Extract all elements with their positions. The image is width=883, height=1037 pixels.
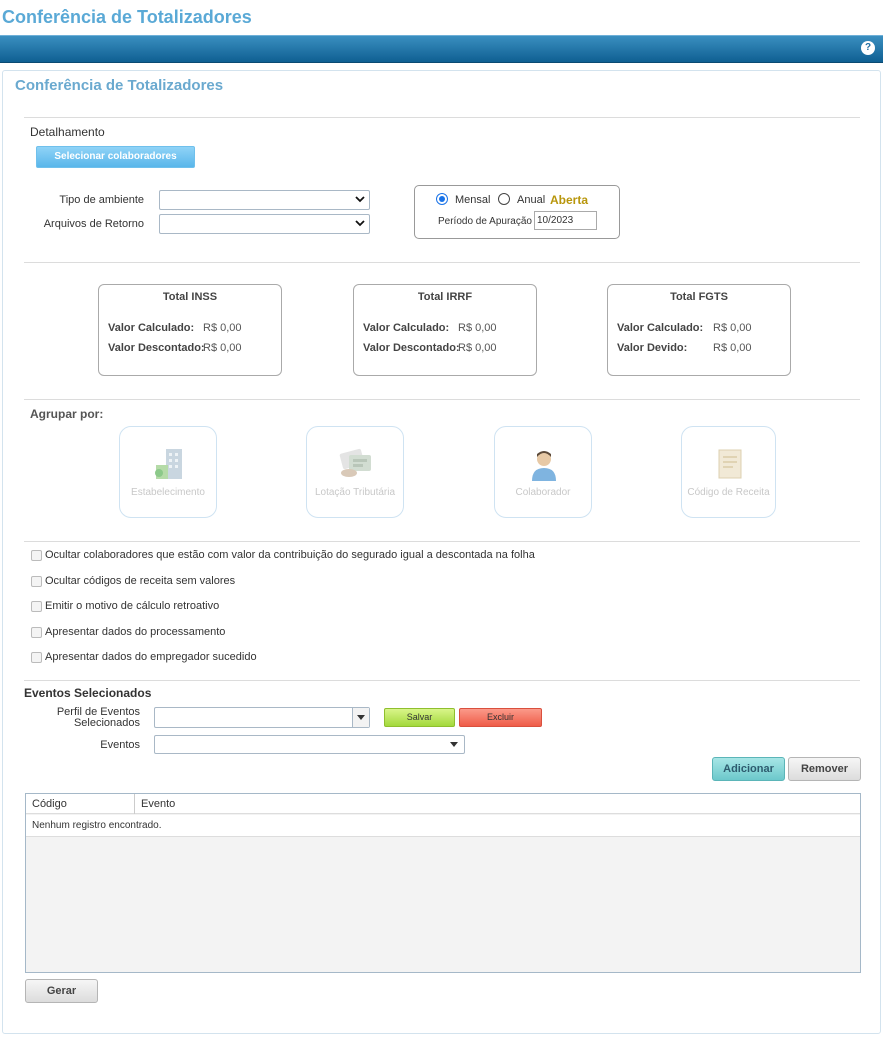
divider — [24, 262, 860, 263]
fgts-devido-value: R$ 0,00 — [713, 342, 752, 354]
mensal-radio[interactable] — [436, 193, 448, 205]
empregador-sucedido-checkbox[interactable] — [31, 652, 42, 663]
chevron-down-icon — [355, 220, 365, 227]
ocultar-codigos-checkbox[interactable] — [31, 576, 42, 587]
ocultar-codigos-label: Ocultar códigos de receita sem valores — [45, 575, 236, 587]
column-header-evento[interactable]: Evento — [141, 798, 175, 810]
caret-down-icon — [450, 742, 458, 747]
mensal-label: Mensal — [455, 194, 491, 206]
group-codigo-receita-label: Código de Receita — [687, 487, 770, 498]
agrupar-label: Agrupar por: — [30, 407, 104, 421]
dados-processamento-label: Apresentar dados do processamento — [45, 626, 226, 638]
chevron-down-icon — [355, 196, 365, 203]
divider — [24, 541, 860, 542]
empty-message: Nenhum registro encontrado. — [32, 820, 162, 831]
top-bar: ? — [0, 35, 883, 63]
document-icon — [718, 449, 742, 479]
gerar-button[interactable]: Gerar — [25, 979, 98, 1003]
group-lotacao[interactable]: Lotação Tributária — [306, 426, 404, 518]
fgts-devido-label: Valor Devido: — [617, 342, 688, 354]
select-colaboradores-button[interactable]: Selecionar colaboradores — [36, 146, 195, 168]
apuracao-input[interactable]: 10/2023 — [534, 211, 597, 230]
irrf-descontado-label: Valor Descontado: — [363, 342, 460, 354]
group-lotacao-label: Lotação Tributária — [314, 487, 396, 498]
total-inss-title: Total INSS — [162, 291, 218, 303]
eventos-label: Eventos — [100, 739, 140, 751]
group-colaborador[interactable]: Colaborador — [494, 426, 592, 518]
help-icon[interactable]: ? — [861, 41, 875, 55]
eventos-select[interactable] — [154, 735, 465, 754]
inss-descontado-label: Valor Descontado: — [108, 342, 205, 354]
arquivos-retorno-select[interactable] — [159, 214, 370, 234]
ocultar-colaboradores-checkbox[interactable] — [31, 550, 42, 561]
group-codigo-receita[interactable]: Código de Receita — [681, 426, 776, 518]
adicionar-button[interactable]: Adicionar — [712, 757, 785, 781]
total-fgts-title: Total FGTS — [670, 291, 728, 303]
emitir-motivo-label: Emitir o motivo de cálculo retroativo — [45, 600, 220, 612]
total-fgts-card: Total FGTS Valor Calculado: R$ 0,00 Valo… — [607, 284, 791, 376]
divider — [24, 399, 860, 400]
excluir-button[interactable]: Excluir — [459, 708, 542, 727]
person-icon — [532, 451, 556, 481]
panel-title: Conferência de Totalizadores — [15, 77, 224, 94]
detalhamento-label: Detalhamento — [30, 125, 105, 139]
total-irrf-card: Total IRRF Valor Calculado: R$ 0,00 Valo… — [353, 284, 537, 376]
perfil-eventos-label-line2: Selecionados — [73, 717, 140, 729]
arquivos-retorno-label: Arquivos de Retorno — [43, 218, 144, 230]
inss-calculado-label: Valor Calculado: — [108, 322, 195, 334]
total-inss-card: Total INSS Valor Calculado: R$ 0,00 Valo… — [98, 284, 282, 376]
table-header: Código Evento — [26, 794, 860, 814]
total-irrf-title: Total IRRF — [417, 291, 473, 303]
irrf-calculado-label: Valor Calculado: — [363, 322, 450, 334]
column-header-codigo[interactable]: Código — [32, 798, 67, 810]
page-title: Conferência de Totalizadores — [2, 7, 252, 27]
anual-radio[interactable] — [498, 193, 510, 205]
irrf-calculado-value: R$ 0,00 — [458, 322, 497, 334]
apuracao-label: Período de Apuração — [438, 216, 532, 227]
divider — [24, 117, 860, 118]
lotacao-icon — [339, 448, 371, 477]
eventos-table: Código Evento Nenhum registro encontrado… — [25, 793, 861, 973]
irrf-descontado-value: R$ 0,00 — [458, 342, 497, 354]
inss-descontado-value: R$ 0,00 — [203, 342, 242, 354]
anual-label: Anual — [517, 194, 546, 206]
tipo-ambiente-select[interactable] — [159, 190, 370, 210]
divider — [24, 680, 860, 681]
fgts-calculado-label: Valor Calculado: — [617, 322, 704, 334]
perfil-eventos-select[interactable] — [154, 707, 370, 728]
empregador-sucedido-label: Apresentar dados do empregador sucedido — [45, 651, 257, 663]
group-estabelecimento-label: Estabelecimento — [131, 487, 205, 498]
fgts-calculado-value: R$ 0,00 — [713, 322, 752, 334]
perfil-dropdown-button[interactable] — [352, 708, 369, 727]
table-empty-row: Nenhum registro encontrado. — [26, 815, 860, 837]
inss-calculado-value: R$ 0,00 — [203, 322, 242, 334]
remover-button[interactable]: Remover — [788, 757, 861, 781]
emitir-motivo-checkbox[interactable] — [31, 601, 42, 612]
group-colaborador-label: Colaborador — [515, 487, 571, 498]
building-icon — [155, 449, 182, 479]
ocultar-colaboradores-label: Ocultar colaboradores que estão com valo… — [45, 549, 535, 561]
periodo-status: Aberta — [550, 193, 589, 207]
perfil-eventos-label: Perfil de Eventos Selecionados — [40, 707, 140, 729]
eventos-title: Eventos Selecionados — [24, 686, 152, 700]
column-divider — [134, 794, 135, 814]
tipo-ambiente-label: Tipo de ambiente — [59, 194, 144, 206]
group-estabelecimento[interactable]: Estabelecimento — [119, 426, 217, 518]
dados-processamento-checkbox[interactable] — [31, 627, 42, 638]
salvar-button[interactable]: Salvar — [384, 708, 455, 727]
caret-down-icon — [357, 715, 365, 720]
